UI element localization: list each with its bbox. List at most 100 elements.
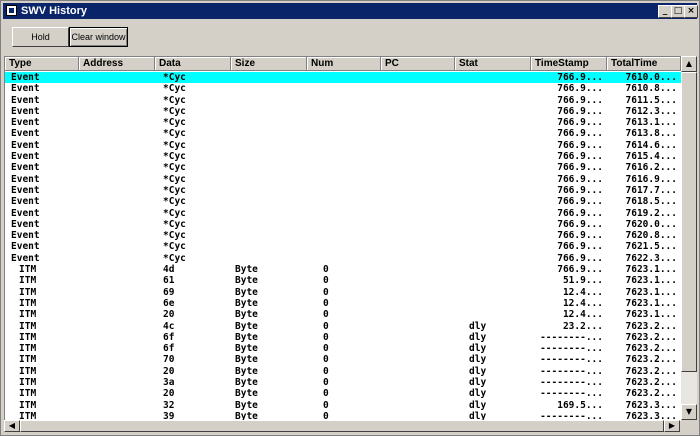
cell-num: 0	[323, 377, 329, 389]
window-title: SWV History	[21, 5, 88, 17]
cell-data: 20	[163, 309, 175, 321]
table-row[interactable]: ITM 69 Byte 0 12.4... 7623.1...	[5, 287, 681, 298]
horizontal-scrollbar[interactable]: ◀ ▶	[4, 420, 680, 432]
cell-stat: dly	[469, 354, 487, 366]
table-row[interactable]: ITM 32 Byte 0 dly 169.5... 7623.3...	[5, 400, 681, 411]
table-row[interactable]: ITM 70 Byte 0 dly --------... 7623.2...	[5, 354, 681, 365]
table-row[interactable]: Event *Cyc 766.9... 7617.7...	[5, 185, 681, 196]
table-row[interactable]: Event *Cyc 766.9... 7621.5...	[5, 241, 681, 252]
vertical-scroll-thumb[interactable]	[681, 72, 697, 372]
vertical-scrollbar[interactable]: ▲ ▼	[681, 56, 697, 420]
table-row[interactable]: ITM 6f Byte 0 dly --------... 7623.2...	[5, 343, 681, 354]
table-row[interactable]: Event *Cyc 766.9... 7611.5...	[5, 95, 681, 106]
table-row[interactable]: ITM 4c Byte 0 dly 23.2... 7623.2...	[5, 321, 681, 332]
cell-timestamp: 23.2...	[562, 320, 603, 332]
cell-totaltime: 7611.5...	[625, 94, 677, 106]
cell-timestamp: 766.9...	[557, 105, 603, 117]
maximize-button[interactable]: □	[671, 5, 685, 18]
scroll-left-button[interactable]: ◀	[4, 420, 20, 432]
table-row[interactable]: ITM 20 Byte 0 dly --------... 7623.2...	[5, 388, 681, 399]
cell-totaltime: 7613.8...	[625, 128, 677, 140]
cell-data: *Cyc	[163, 218, 186, 230]
cell-timestamp: --------...	[540, 354, 603, 366]
cell-stat: dly	[469, 343, 487, 355]
table-row[interactable]: Event *Cyc 766.9... 7620.0...	[5, 219, 681, 230]
cell-data: 20	[163, 365, 175, 377]
table-row[interactable]: Event *Cyc 766.9... 7619.2...	[5, 208, 681, 219]
table-row[interactable]: Event *Cyc 766.9... 7620.8...	[5, 230, 681, 241]
cell-num: 0	[323, 388, 329, 400]
scroll-up-button[interactable]: ▲	[681, 56, 697, 72]
column-header-totaltime[interactable]: TotalTime	[607, 57, 681, 71]
arrow-right-icon: ▶	[668, 421, 676, 430]
table-row[interactable]: ITM 6f Byte 0 dly --------... 7623.2...	[5, 332, 681, 343]
cell-totaltime: 7610.0...	[625, 72, 677, 83]
table-row[interactable]: Event *Cyc 766.9... 7613.1...	[5, 117, 681, 128]
table-row[interactable]: ITM 4d Byte 0 766.9... 7623.1...	[5, 264, 681, 275]
column-header-num[interactable]: Num	[307, 57, 381, 71]
cell-type: Event	[11, 128, 40, 140]
column-header-type[interactable]: Type	[5, 57, 79, 71]
cell-num: 0	[323, 309, 329, 321]
cell-type: ITM	[19, 365, 37, 377]
table-row[interactable]: Event *Cyc 766.9... 7622.3...	[5, 253, 681, 264]
table-row[interactable]: Event *Cyc 766.9... 7616.2...	[5, 162, 681, 173]
hold-button[interactable]: Hold	[12, 27, 69, 47]
horizontal-scroll-thumb[interactable]	[20, 420, 664, 432]
cell-num: 0	[323, 286, 329, 298]
cell-type: Event	[11, 241, 40, 253]
table-body: Event *Cyc 766.9... 7610.0... Event *Cyc 766.9…	[5, 72, 681, 421]
cell-totaltime: 7619.2...	[625, 207, 677, 219]
cell-size: Byte	[235, 297, 258, 309]
table-row[interactable]: Event *Cyc 766.9... 7613.8...	[5, 128, 681, 139]
table-row[interactable]: Event *Cyc 766.9... 7616.9...	[5, 174, 681, 185]
column-header-stat[interactable]: Stat	[455, 57, 531, 71]
table-row[interactable]: ITM 20 Byte 0 12.4... 7623.1...	[5, 309, 681, 320]
table-row[interactable]: Event *Cyc 766.9... 7614.6...	[5, 140, 681, 151]
table-row[interactable]: Event *Cyc 766.9... 7618.5...	[5, 196, 681, 207]
column-header-pc[interactable]: PC	[381, 57, 455, 71]
cell-type: ITM	[19, 354, 37, 366]
cell-timestamp: 766.9...	[557, 241, 603, 253]
cell-stat: dly	[469, 399, 487, 411]
column-header-timestamp[interactable]: TimeStamp	[531, 57, 607, 71]
column-header-address[interactable]: Address	[79, 57, 155, 71]
column-header-data[interactable]: Data	[155, 57, 231, 71]
title-bar[interactable]: SWV History _ □ ×	[3, 3, 698, 19]
table-row[interactable]: Event *Cyc 766.9... 7610.8...	[5, 83, 681, 94]
cell-timestamp: 766.9...	[557, 230, 603, 242]
cell-num: 0	[323, 264, 329, 276]
column-header-size[interactable]: Size	[231, 57, 307, 71]
table-row[interactable]: Event *Cyc 766.9... 7610.0...	[5, 72, 681, 84]
cell-num: 0	[323, 331, 329, 343]
cell-data: *Cyc	[163, 241, 186, 253]
close-button[interactable]: ×	[684, 5, 698, 18]
table-row[interactable]: ITM 6e Byte 0 12.4... 7623.1...	[5, 298, 681, 309]
table-row[interactable]: ITM 61 Byte 0 51.9... 7623.1...	[5, 275, 681, 286]
table-row[interactable]: ITM 20 Byte 0 dly --------... 7623.2...	[5, 366, 681, 377]
cell-stat: dly	[469, 365, 487, 377]
cell-data: 69	[163, 286, 175, 298]
minimize-button[interactable]: _	[658, 5, 672, 18]
cell-timestamp: 766.9...	[557, 83, 603, 95]
cell-totaltime: 7623.1...	[625, 286, 677, 298]
cell-size: Byte	[235, 343, 258, 355]
cell-size: Byte	[235, 275, 258, 287]
scroll-right-button[interactable]: ▶	[664, 420, 680, 432]
table-row[interactable]: Event *Cyc 766.9... 7615.4...	[5, 151, 681, 162]
cell-totaltime: 7623.2...	[625, 331, 677, 343]
maximize-icon: □	[673, 6, 683, 16]
history-table[interactable]: Type Address Data Size Num PC Stat TimeStamp Tot…	[4, 56, 681, 421]
table-row[interactable]: Event *Cyc 766.9... 7612.3...	[5, 106, 681, 117]
toolbar: Hold Clear window	[3, 21, 697, 53]
cell-data: 20	[163, 388, 175, 400]
cell-data: *Cyc	[163, 230, 186, 242]
cell-type: Event	[11, 117, 40, 129]
table-row[interactable]: ITM 3a Byte 0 dly --------... 7623.2...	[5, 377, 681, 388]
cell-timestamp: 12.4...	[562, 297, 603, 309]
cell-data: *Cyc	[163, 207, 186, 219]
cell-totaltime: 7623.1...	[625, 275, 677, 287]
cell-data: *Cyc	[163, 162, 186, 174]
scroll-down-button[interactable]: ▼	[681, 404, 697, 420]
clear-window-button[interactable]: Clear window	[69, 27, 128, 47]
